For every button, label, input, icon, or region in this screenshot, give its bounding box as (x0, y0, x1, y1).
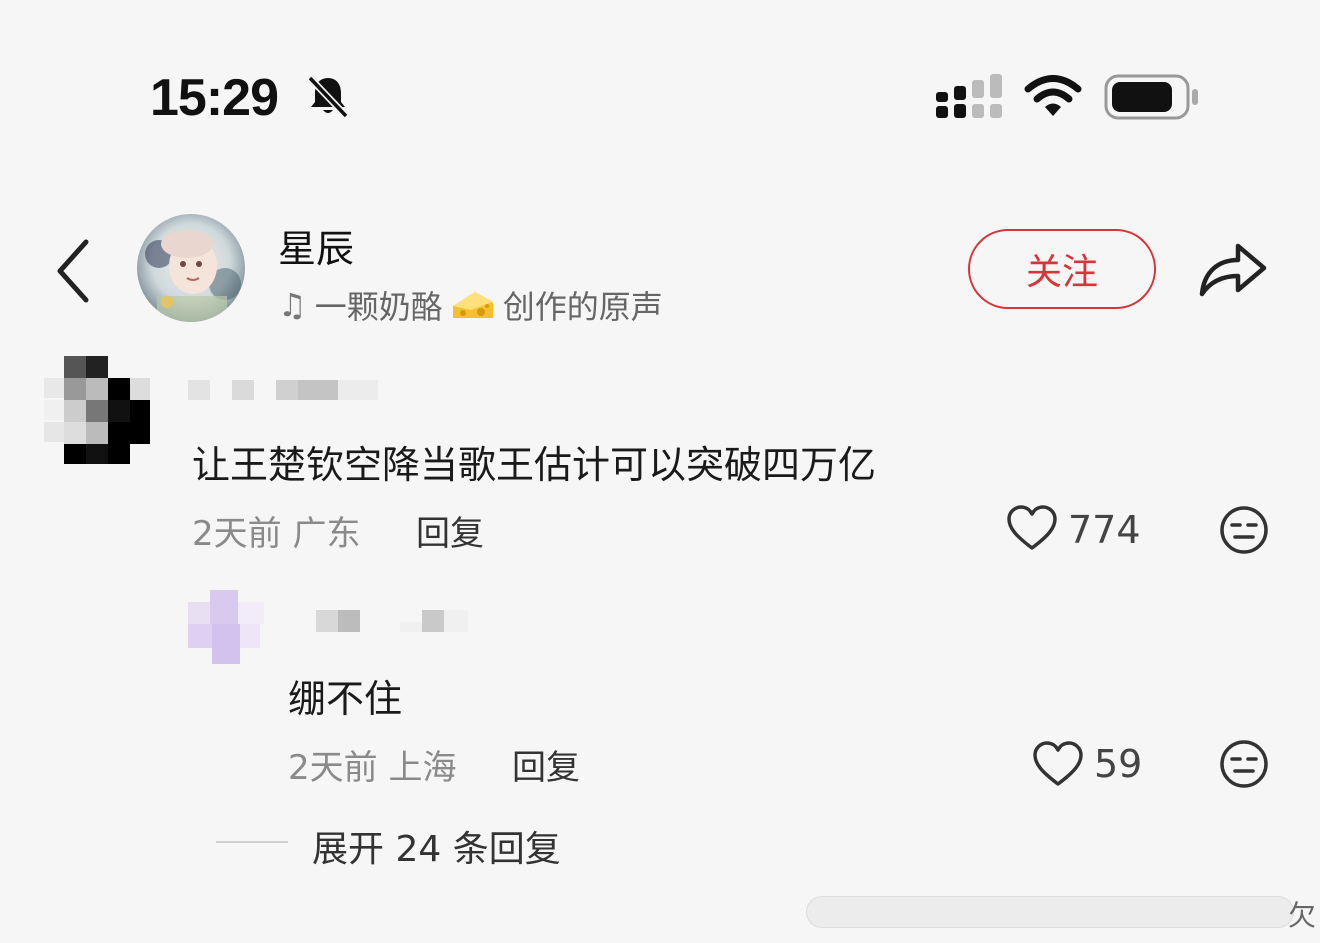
music-creator: 一颗奶酪 (314, 288, 443, 326)
dislike-face-icon[interactable] (1218, 504, 1270, 556)
heart-icon[interactable] (1006, 504, 1058, 552)
watermark-glyph: 欠 (1288, 899, 1317, 932)
comment-text: 让王楚钦空降当歌王估计可以突破四万亿 (192, 443, 877, 487)
music-label: 创作的原声 (502, 288, 663, 326)
cheese-icon (452, 292, 493, 318)
reply-button[interactable]: 回复 (512, 740, 580, 789)
comment-meta: 2天前 广东 (192, 514, 361, 554)
comment-meta: 2天前 上海 (288, 748, 457, 788)
expand-divider (216, 841, 288, 843)
commenter-name-pixelated[interactable] (188, 378, 388, 402)
username[interactable]: 星辰 (278, 218, 354, 273)
music-note-icon: ♫ (278, 286, 307, 324)
expand-replies-button[interactable]: 展开 24 条回复 (312, 820, 561, 872)
follow-button[interactable]: 关注 (968, 229, 1156, 309)
wifi-icon (1024, 75, 1082, 116)
bell-muted-icon (307, 75, 349, 119)
battery-icon (1104, 74, 1198, 120)
avatar[interactable] (137, 214, 245, 322)
reply-button[interactable]: 回复 (416, 506, 484, 555)
signal-icon (936, 74, 1002, 118)
share-icon[interactable] (1196, 236, 1270, 302)
like-count: 774 (1068, 508, 1141, 552)
status-time: 15:29 (150, 69, 279, 127)
like-count: 59 (1094, 742, 1143, 786)
dislike-face-icon[interactable] (1218, 738, 1270, 790)
comment-text: 绷不住 (288, 677, 403, 721)
heart-icon[interactable] (1032, 740, 1084, 788)
music-source[interactable]: ♫ 一颗奶酪 创作的原声 (278, 282, 663, 328)
bottom-bar (806, 896, 1294, 928)
reply-avatar-pixelated[interactable] (188, 590, 268, 666)
commenter-avatar-pixelated[interactable] (44, 356, 150, 464)
avatar-image (137, 214, 245, 322)
reply-name-pixelated[interactable] (300, 606, 500, 632)
back-arrow-icon[interactable] (52, 238, 96, 304)
